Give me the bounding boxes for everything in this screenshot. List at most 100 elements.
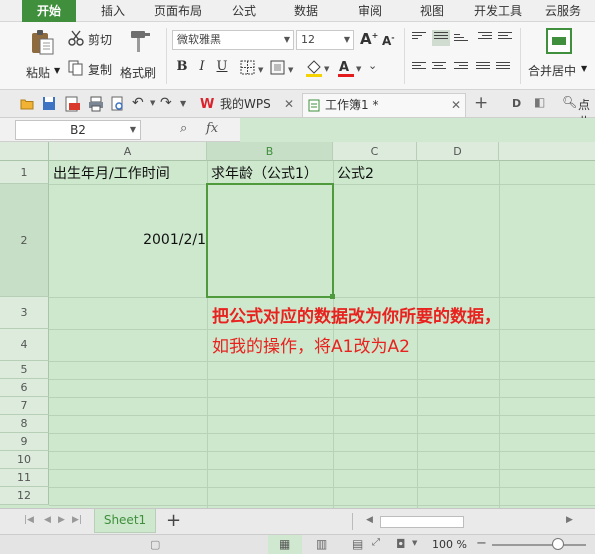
column-header-a[interactable]: A <box>49 142 207 161</box>
increase-font-icon[interactable]: A+ <box>360 30 378 48</box>
row-header-1[interactable]: 1 <box>0 161 49 184</box>
tab-data[interactable]: 数据 <box>284 0 328 22</box>
zoom-out-icon[interactable]: − <box>476 536 487 551</box>
align-top-icon[interactable] <box>412 32 426 44</box>
distribute-icon[interactable] <box>496 62 510 74</box>
tab-page-layout[interactable]: 页面布局 <box>146 0 210 22</box>
normal-view-button[interactable]: ▦ <box>268 535 302 554</box>
fx-icon[interactable]: fx <box>206 121 218 136</box>
paste-dropdown-icon[interactable]: ▼ <box>54 66 60 75</box>
row-header-8[interactable]: 8 <box>0 415 49 433</box>
macro-record-icon[interactable]: ▢ <box>150 538 160 551</box>
tab-my-wps[interactable]: W 我的WPS ✕ <box>196 93 300 117</box>
font-size-select[interactable]: 12 ▼ <box>296 30 354 50</box>
tab-workbook1[interactable]: 工作簿1 * ✕ <box>302 93 466 117</box>
tab-insert[interactable]: 插入 <box>88 0 138 22</box>
row-header-7[interactable]: 7 <box>0 397 49 415</box>
print-icon[interactable] <box>88 96 104 112</box>
tab-review[interactable]: 审阅 <box>348 0 392 22</box>
formula-input[interactable] <box>240 118 595 142</box>
scroll-right-icon[interactable]: ▶ <box>566 515 573 525</box>
tab-developer[interactable]: 开发工具 <box>466 0 530 22</box>
prev-sheet-icon[interactable]: ◀ <box>44 515 51 525</box>
cell-format-icon[interactable]: ▼ <box>270 60 296 76</box>
selected-cell-b2[interactable] <box>206 183 334 298</box>
zoom-slider-thumb[interactable] <box>552 538 564 550</box>
font-color-icon[interactable]: A ▼ <box>336 58 364 78</box>
spreadsheet-grid[interactable]: A B C D 1 2 3 4 5 6 7 8 9 10 11 12 出生年月/… <box>0 142 595 508</box>
row-header-4[interactable]: 4 <box>0 329 49 361</box>
row-header-3[interactable]: 3 <box>0 297 49 329</box>
merge-center-button[interactable]: 合并居中 ▼ <box>526 26 592 84</box>
add-sheet-icon[interactable]: + <box>166 510 181 531</box>
tab-view[interactable]: 视图 <box>410 0 454 22</box>
font-name-select[interactable]: 微软雅黑 ▼ <box>172 30 294 50</box>
row-header-2[interactable]: 2 <box>0 184 49 297</box>
layout-icon[interactable]: ◧ <box>534 95 545 109</box>
column-header-b[interactable]: B <box>207 142 333 161</box>
underline-icon[interactable]: U <box>214 59 230 74</box>
chevron-down-icon[interactable]: ▼ <box>412 539 417 547</box>
align-center-icon[interactable] <box>432 62 446 74</box>
copy-button[interactable]: 复制 <box>68 60 118 78</box>
align-middle-icon[interactable] <box>432 30 450 46</box>
horizontal-scrollbar-thumb[interactable] <box>380 516 464 528</box>
print-preview-icon[interactable] <box>110 96 126 112</box>
italic-icon[interactable]: I <box>194 59 210 74</box>
eye-protect-icon[interactable]: ◘ <box>396 537 406 551</box>
zoom-level[interactable]: 100 % <box>432 538 467 551</box>
cell-a1[interactable]: 出生年月/工作时间 <box>53 163 170 183</box>
zoom-slider-track[interactable] <box>492 544 586 546</box>
last-sheet-icon[interactable]: ▶| <box>72 515 82 525</box>
cell-a2[interactable]: 2001/2/1 <box>49 232 206 248</box>
scroll-left-icon[interactable]: ◀ <box>366 515 373 525</box>
undo-icon[interactable]: ↶ <box>132 95 144 111</box>
align-left-icon[interactable] <box>412 62 426 74</box>
fill-color-icon[interactable]: ▼ <box>304 58 332 78</box>
cut-button[interactable]: 剪切 <box>68 30 118 48</box>
column-header-d[interactable]: D <box>417 142 499 161</box>
quick-access-dropdown-icon[interactable]: ▼ <box>180 99 186 108</box>
docer-icon[interactable]: D <box>512 97 521 110</box>
sheet-tab-sheet1[interactable]: Sheet1 <box>94 509 156 533</box>
next-sheet-icon[interactable]: ▶ <box>58 515 65 525</box>
column-header-e[interactable] <box>499 142 595 161</box>
search-icon[interactable]: 🔍︎ <box>562 95 577 109</box>
cell-c1[interactable]: 公式2 <box>337 163 374 183</box>
decrease-font-icon[interactable]: A- <box>382 33 395 48</box>
row-header-10[interactable]: 10 <box>0 451 49 469</box>
undo-dropdown-icon[interactable]: ▼ <box>150 99 155 107</box>
close-icon[interactable]: ✕ <box>284 93 294 115</box>
close-icon[interactable]: ✕ <box>451 94 461 116</box>
tab-formulas[interactable]: 公式 <box>222 0 266 22</box>
indent-left-icon[interactable] <box>478 32 492 44</box>
page-break-view-icon[interactable]: ▤ <box>352 537 363 551</box>
first-sheet-icon[interactable]: |◀ <box>24 515 34 525</box>
export-pdf-icon[interactable] <box>64 96 80 112</box>
align-bottom-icon[interactable] <box>454 34 468 46</box>
open-folder-icon[interactable] <box>20 97 34 111</box>
tab-cloud[interactable]: 云服务 <box>536 0 590 22</box>
column-header-c[interactable]: C <box>333 142 417 161</box>
row-header-9[interactable]: 9 <box>0 433 49 451</box>
row-header-11[interactable]: 11 <box>0 469 49 487</box>
indent-right-icon[interactable] <box>498 32 512 44</box>
select-all-corner[interactable] <box>0 142 49 161</box>
tab-home[interactable]: 开始 <box>22 0 76 22</box>
border-icon[interactable]: ▼ <box>240 60 266 76</box>
row-header-12[interactable]: 12 <box>0 487 49 505</box>
new-tab-plus-icon[interactable]: + <box>474 93 488 113</box>
name-box[interactable]: B2 ▼ <box>15 120 141 140</box>
fill-handle[interactable] <box>330 294 335 299</box>
merge-dropdown-icon[interactable]: ▼ <box>581 64 587 73</box>
align-right-icon[interactable] <box>454 62 468 74</box>
redo-icon[interactable]: ↷ <box>160 95 172 111</box>
bold-icon[interactable]: B <box>174 59 190 74</box>
zoom-icon[interactable]: ⌕ <box>180 121 187 136</box>
row-header-6[interactable]: 6 <box>0 379 49 397</box>
more-font-icon[interactable]: ⌄ <box>368 59 377 72</box>
cell-b1[interactable]: 求年龄（公式1） <box>211 163 318 183</box>
format-painter-button[interactable]: 格式刷 <box>120 26 162 84</box>
page-layout-view-icon[interactable]: ▥ <box>316 537 327 551</box>
justify-icon[interactable] <box>476 62 490 74</box>
